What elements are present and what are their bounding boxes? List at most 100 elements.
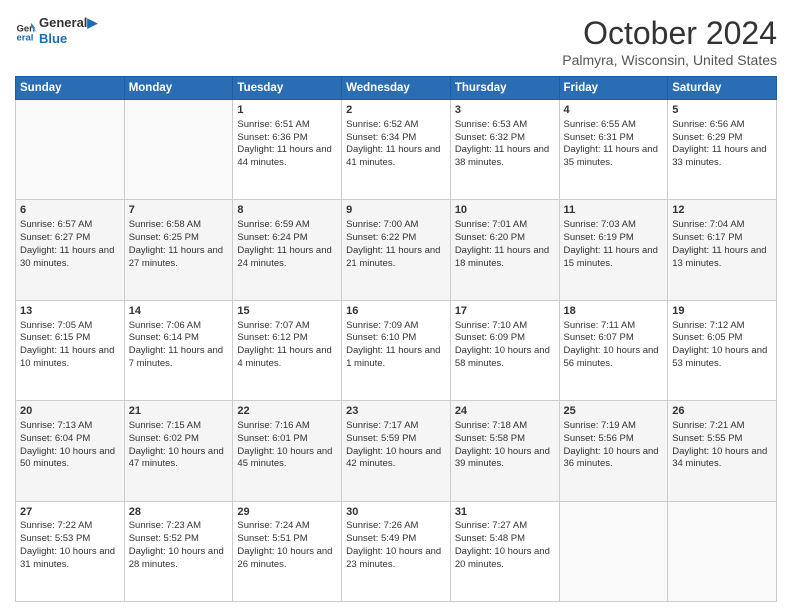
day-number: 14 — [129, 304, 229, 319]
day-number: 21 — [129, 404, 229, 419]
sunset-text: Sunset: 5:59 PM — [346, 433, 446, 446]
calendar-cell: 24Sunrise: 7:18 AMSunset: 5:58 PMDayligh… — [450, 401, 559, 501]
day-number: 10 — [455, 203, 555, 218]
sunrise-text: Sunrise: 7:15 AM — [129, 420, 229, 433]
weekday-header: Sunday — [16, 77, 125, 100]
calendar-cell: 16Sunrise: 7:09 AMSunset: 6:10 PMDayligh… — [342, 300, 451, 400]
daylight-text: Daylight: 11 hours and 24 minutes. — [237, 245, 337, 271]
sunrise-text: Sunrise: 6:53 AM — [455, 119, 555, 132]
calendar-cell: 29Sunrise: 7:24 AMSunset: 5:51 PMDayligh… — [233, 501, 342, 601]
sunrise-text: Sunrise: 7:17 AM — [346, 420, 446, 433]
sunrise-text: Sunrise: 6:58 AM — [129, 219, 229, 232]
location: Palmyra, Wisconsin, United States — [562, 52, 777, 68]
day-number: 19 — [672, 304, 772, 319]
daylight-text: Daylight: 11 hours and 15 minutes. — [564, 245, 664, 271]
calendar-cell: 22Sunrise: 7:16 AMSunset: 6:01 PMDayligh… — [233, 401, 342, 501]
day-number: 7 — [129, 203, 229, 218]
calendar-cell: 25Sunrise: 7:19 AMSunset: 5:56 PMDayligh… — [559, 401, 668, 501]
sunrise-text: Sunrise: 7:27 AM — [455, 520, 555, 533]
calendar-cell: 13Sunrise: 7:05 AMSunset: 6:15 PMDayligh… — [16, 300, 125, 400]
sunrise-text: Sunrise: 6:56 AM — [672, 119, 772, 132]
sunset-text: Sunset: 6:10 PM — [346, 332, 446, 345]
daylight-text: Daylight: 10 hours and 23 minutes. — [346, 546, 446, 572]
calendar-cell: 23Sunrise: 7:17 AMSunset: 5:59 PMDayligh… — [342, 401, 451, 501]
sunrise-text: Sunrise: 7:06 AM — [129, 320, 229, 333]
day-number: 1 — [237, 103, 337, 118]
sunset-text: Sunset: 5:51 PM — [237, 533, 337, 546]
svg-text:eral: eral — [16, 32, 33, 41]
daylight-text: Daylight: 10 hours and 26 minutes. — [237, 546, 337, 572]
sunset-text: Sunset: 6:01 PM — [237, 433, 337, 446]
daylight-text: Daylight: 11 hours and 7 minutes. — [129, 345, 229, 371]
sunset-text: Sunset: 6:36 PM — [237, 132, 337, 145]
sunset-text: Sunset: 6:07 PM — [564, 332, 664, 345]
calendar-cell: 30Sunrise: 7:26 AMSunset: 5:49 PMDayligh… — [342, 501, 451, 601]
page-header: Gen eral General▶ Blue October 2024 Palm… — [15, 15, 777, 68]
calendar-cell: 2Sunrise: 6:52 AMSunset: 6:34 PMDaylight… — [342, 100, 451, 200]
sunrise-text: Sunrise: 7:11 AM — [564, 320, 664, 333]
sunset-text: Sunset: 6:31 PM — [564, 132, 664, 145]
weekday-header: Saturday — [668, 77, 777, 100]
daylight-text: Daylight: 10 hours and 20 minutes. — [455, 546, 555, 572]
calendar: SundayMondayTuesdayWednesdayThursdayFrid… — [15, 76, 777, 602]
weekday-header: Friday — [559, 77, 668, 100]
calendar-cell: 1Sunrise: 6:51 AMSunset: 6:36 PMDaylight… — [233, 100, 342, 200]
day-number: 18 — [564, 304, 664, 319]
sunset-text: Sunset: 5:52 PM — [129, 533, 229, 546]
day-number: 4 — [564, 103, 664, 118]
daylight-text: Daylight: 11 hours and 4 minutes. — [237, 345, 337, 371]
sunset-text: Sunset: 6:29 PM — [672, 132, 772, 145]
daylight-text: Daylight: 11 hours and 41 minutes. — [346, 144, 446, 170]
weekday-header: Thursday — [450, 77, 559, 100]
day-number: 11 — [564, 203, 664, 218]
calendar-cell: 5Sunrise: 6:56 AMSunset: 6:29 PMDaylight… — [668, 100, 777, 200]
sunset-text: Sunset: 6:19 PM — [564, 232, 664, 245]
daylight-text: Daylight: 11 hours and 21 minutes. — [346, 245, 446, 271]
calendar-week-row: 27Sunrise: 7:22 AMSunset: 5:53 PMDayligh… — [16, 501, 777, 601]
daylight-text: Daylight: 10 hours and 56 minutes. — [564, 345, 664, 371]
sunset-text: Sunset: 6:17 PM — [672, 232, 772, 245]
sunset-text: Sunset: 6:20 PM — [455, 232, 555, 245]
calendar-week-row: 6Sunrise: 6:57 AMSunset: 6:27 PMDaylight… — [16, 200, 777, 300]
sunset-text: Sunset: 6:22 PM — [346, 232, 446, 245]
daylight-text: Daylight: 10 hours and 45 minutes. — [237, 446, 337, 472]
calendar-cell: 3Sunrise: 6:53 AMSunset: 6:32 PMDaylight… — [450, 100, 559, 200]
calendar-cell — [124, 100, 233, 200]
day-number: 2 — [346, 103, 446, 118]
sunset-text: Sunset: 6:32 PM — [455, 132, 555, 145]
calendar-cell: 17Sunrise: 7:10 AMSunset: 6:09 PMDayligh… — [450, 300, 559, 400]
day-number: 23 — [346, 404, 446, 419]
daylight-text: Daylight: 11 hours and 1 minute. — [346, 345, 446, 371]
calendar-week-row: 13Sunrise: 7:05 AMSunset: 6:15 PMDayligh… — [16, 300, 777, 400]
day-number: 31 — [455, 505, 555, 520]
day-number: 13 — [20, 304, 120, 319]
sunset-text: Sunset: 6:34 PM — [346, 132, 446, 145]
daylight-text: Daylight: 10 hours and 50 minutes. — [20, 446, 120, 472]
calendar-cell: 6Sunrise: 6:57 AMSunset: 6:27 PMDaylight… — [16, 200, 125, 300]
sunset-text: Sunset: 5:48 PM — [455, 533, 555, 546]
calendar-cell: 4Sunrise: 6:55 AMSunset: 6:31 PMDaylight… — [559, 100, 668, 200]
sunrise-text: Sunrise: 7:10 AM — [455, 320, 555, 333]
calendar-cell: 10Sunrise: 7:01 AMSunset: 6:20 PMDayligh… — [450, 200, 559, 300]
day-number: 27 — [20, 505, 120, 520]
day-number: 29 — [237, 505, 337, 520]
calendar-cell: 19Sunrise: 7:12 AMSunset: 6:05 PMDayligh… — [668, 300, 777, 400]
sunset-text: Sunset: 6:24 PM — [237, 232, 337, 245]
logo-icon: Gen eral — [15, 20, 37, 42]
day-number: 20 — [20, 404, 120, 419]
daylight-text: Daylight: 10 hours and 39 minutes. — [455, 446, 555, 472]
daylight-text: Daylight: 10 hours and 36 minutes. — [564, 446, 664, 472]
daylight-text: Daylight: 11 hours and 10 minutes. — [20, 345, 120, 371]
sunrise-text: Sunrise: 7:22 AM — [20, 520, 120, 533]
sunrise-text: Sunrise: 7:18 AM — [455, 420, 555, 433]
sunrise-text: Sunrise: 6:57 AM — [20, 219, 120, 232]
sunrise-text: Sunrise: 7:12 AM — [672, 320, 772, 333]
sunset-text: Sunset: 6:09 PM — [455, 332, 555, 345]
sunrise-text: Sunrise: 6:55 AM — [564, 119, 664, 132]
calendar-cell: 21Sunrise: 7:15 AMSunset: 6:02 PMDayligh… — [124, 401, 233, 501]
day-number: 9 — [346, 203, 446, 218]
sunset-text: Sunset: 6:05 PM — [672, 332, 772, 345]
calendar-cell — [668, 501, 777, 601]
day-number: 15 — [237, 304, 337, 319]
sunrise-text: Sunrise: 6:52 AM — [346, 119, 446, 132]
